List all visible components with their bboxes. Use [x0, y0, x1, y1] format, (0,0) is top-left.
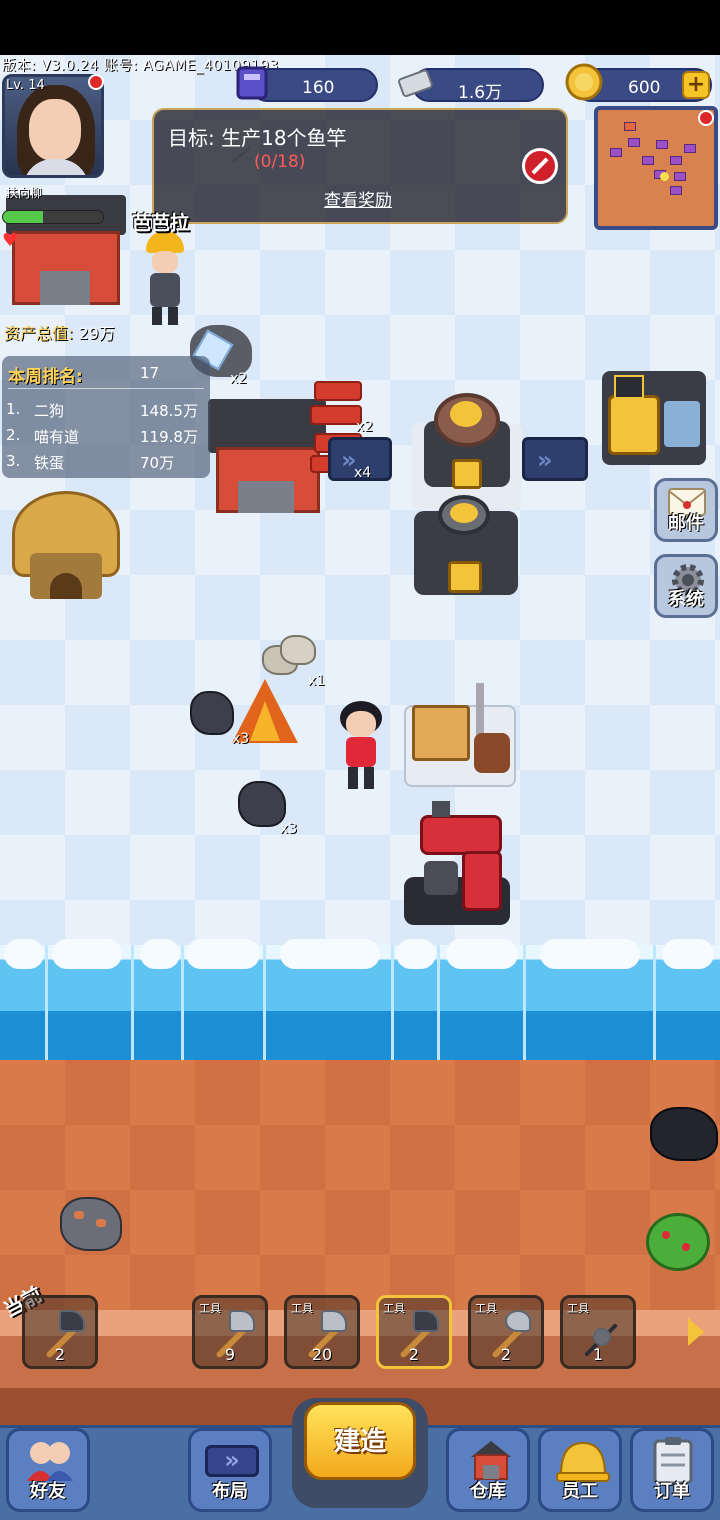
orders-label: 订单 — [654, 1481, 690, 1502]
rank-row: 3. 铁蛋 70万 — [6, 452, 175, 472]
tool-slot-spade[interactable]: 工具 2 — [468, 1295, 544, 1369]
axe-icon — [229, 1310, 255, 1332]
ore-left-qty: x3 — [232, 731, 250, 747]
minimap-notification-dot — [698, 110, 714, 126]
mail-label: 邮件 — [668, 513, 704, 534]
layout-button[interactable]: » 布局 — [188, 1428, 272, 1512]
total-assets-label: 资产总值: — [4, 324, 74, 343]
coal-ore[interactable] — [650, 1105, 720, 1163]
player-character[interactable] — [336, 701, 386, 793]
warehouse-label: 仓库 — [470, 1481, 506, 1502]
goal-progress: (0/18) — [254, 152, 306, 172]
ice-wall — [0, 939, 720, 1065]
total-assets: 资产总值: 29万 — [4, 320, 115, 344]
warehouse-button[interactable]: 仓库 — [446, 1428, 530, 1512]
friends-button[interactable]: 好友 — [6, 1428, 90, 1512]
xp-bar-fill — [3, 211, 43, 223]
view-reward-link[interactable]: 查看奖励 — [324, 186, 392, 211]
fishing-rod-icon — [593, 1328, 611, 1346]
avatar-notification-dot — [88, 74, 104, 90]
book-value: 160 — [302, 78, 335, 98]
system-label: 系统 — [668, 589, 704, 610]
ranking-title: 本周排名: — [8, 367, 83, 387]
builder-name-label: 芭芭拉 — [132, 212, 190, 234]
player-name: 扶向柳 — [6, 186, 43, 200]
ore-bottom-qty: x3 — [280, 821, 298, 837]
goal-panel[interactable]: 目标: 生产18个鱼竿 (0/18) 查看奖励 — [152, 108, 568, 224]
staff-button[interactable]: 员工 — [538, 1428, 622, 1512]
rank-row: 1. 二狗 148.5万 — [6, 400, 198, 420]
next-tools-arrow-icon[interactable] — [688, 1318, 704, 1346]
total-assets-value: 29万 — [78, 324, 115, 343]
build-label: 建造 — [333, 1427, 386, 1457]
warehouse-icon — [471, 1441, 511, 1480]
xp-bar — [2, 210, 104, 224]
gold-value: 600 — [628, 78, 661, 98]
bricks-qty: x2 — [356, 419, 374, 435]
warehouse-building-mid[interactable] — [208, 399, 326, 517]
book-icon — [232, 62, 272, 102]
builder-npc[interactable] — [142, 231, 188, 327]
tool-slot-axe-1[interactable]: 工具 9 — [192, 1295, 268, 1369]
layout-label: 布局 — [212, 1481, 248, 1502]
player-level: Lv. 14 — [6, 78, 45, 93]
stone-pile[interactable] — [262, 629, 318, 679]
mail-button[interactable]: 邮件 — [654, 478, 718, 542]
gold-coin-icon — [564, 62, 604, 102]
tool-slot-pickaxe[interactable]: 工具 2 — [376, 1295, 452, 1369]
rank-row: 2. 喵有道 119.8万 — [6, 426, 198, 446]
current-tool-count: 2 — [54, 1345, 66, 1364]
tool-slot-fishing-rod[interactable]: 工具 1 — [560, 1295, 636, 1369]
copper-ore[interactable] — [58, 1193, 124, 1255]
spade-icon — [505, 1310, 531, 1332]
straw-hut[interactable] — [12, 491, 120, 603]
system-button[interactable]: 系统 — [654, 554, 718, 618]
yellow-press-machine[interactable] — [602, 371, 706, 467]
current-tool-slot[interactable]: 2 — [22, 1295, 98, 1369]
layout-icon: » — [205, 1445, 259, 1477]
pickaxe-icon — [413, 1310, 439, 1332]
iron-ore-left[interactable] — [188, 685, 238, 741]
minimap[interactable] — [594, 106, 718, 230]
cancel-goal-icon[interactable] — [522, 148, 558, 184]
conveyor-belt-right[interactable]: » — [522, 437, 588, 481]
top-black-strip — [0, 0, 720, 55]
pickaxe-icon — [59, 1310, 85, 1332]
tool-slot-axe-2[interactable]: 工具 20 — [284, 1295, 360, 1369]
goal-title: 目标: 生产18个鱼竿 — [168, 126, 347, 150]
cash-value: 1.6万 — [458, 83, 503, 103]
staff-label: 员工 — [562, 1481, 598, 1502]
friends-label: 好友 — [30, 1481, 66, 1502]
build-button[interactable]: 建造 — [292, 1398, 428, 1508]
add-gold-button[interactable]: + — [682, 71, 710, 99]
crystal-qty: x2 — [230, 371, 248, 387]
lumber-mill[interactable] — [404, 683, 516, 789]
heart-icon: ♥ — [2, 230, 19, 251]
orders-button[interactable]: 订单 — [630, 1428, 714, 1512]
berry-bush[interactable] — [646, 1213, 710, 1273]
hardhat-icon — [556, 1441, 610, 1482]
weekly-ranking-panel[interactable]: 本周排名: 17 1. 二狗 148.5万 2. 喵有道 119.8万 3. 铁… — [2, 356, 210, 478]
rocks-qty: x1 — [308, 673, 326, 689]
axe-icon — [321, 1310, 347, 1332]
conveyor-qty: x4 — [354, 465, 372, 481]
my-rank: 17 — [140, 364, 160, 382]
red-workbench-machine[interactable] — [404, 801, 510, 929]
smelter-machine-bottom[interactable] — [414, 495, 524, 607]
cash-icon — [396, 62, 436, 102]
